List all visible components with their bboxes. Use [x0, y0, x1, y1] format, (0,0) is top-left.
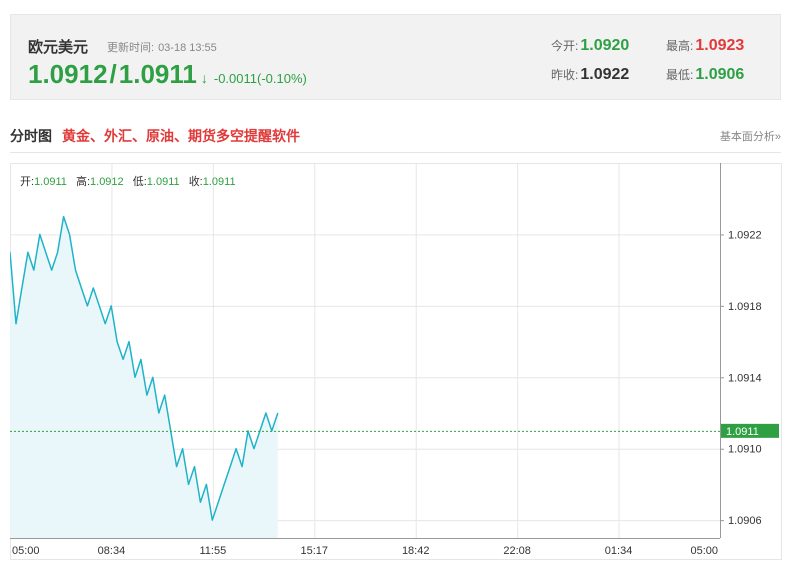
ohlc-open-value: 1.0911 [34, 176, 67, 188]
high-stat: 最高: 1.0923 [666, 37, 744, 55]
ohlc-open-label: 开: [20, 176, 35, 188]
ohlc-high-value: 1.0912 [90, 176, 124, 188]
prev-close-stat: 昨收: 1.0922 [551, 66, 629, 84]
promo-link[interactable]: 黄金、外汇、原油、期货多空提醒软件 [62, 126, 300, 146]
section-header: 分时图 黄金、外汇、原油、期货多空提醒软件 基本面分析» [10, 122, 781, 153]
intraday-chart[interactable]: 05:00 08:34 11:55 15:17 18:42 22:08 01:34 05:00… [10, 163, 782, 560]
high-value: 1.0923 [695, 37, 745, 54]
ohlc-close-label: 收: [188, 176, 203, 188]
x-tick-label: 11:55 [199, 545, 226, 557]
y-tick-label: 1.0918 [728, 301, 762, 313]
x-tick-label: 05:00 [12, 545, 40, 557]
open-value: 1.0920 [580, 37, 630, 54]
update-time: 更新时间: 03-18 13:55 [107, 39, 221, 55]
price-line: 1.0912/1.0911 ↓ -0.0011(-0.10%) [28, 59, 307, 89]
open-label: 今开: [551, 39, 579, 53]
chart-svg: 05:00 08:34 11:55 15:17 18:42 22:08 01:34 05:00… [10, 163, 782, 560]
current-price-label: 1.0911 [726, 426, 759, 438]
ask-price: 1.0911 [118, 59, 197, 89]
x-tick-label: 01:34 [605, 545, 633, 557]
low-label: 最低: [666, 68, 694, 82]
bid-price: 1.0912 [28, 59, 108, 89]
x-tick-label: 15:17 [301, 545, 329, 557]
high-label: 最高: [666, 39, 694, 53]
x-tick-label: 08:34 [98, 545, 126, 557]
ohlc-low-value: 1.0911 [146, 176, 180, 188]
currency-pair-name: 欧元美元 [28, 39, 89, 56]
x-tick-label: 05:00 [690, 545, 718, 557]
y-tick-label: 1.0922 [728, 229, 762, 241]
y-tick-label: 1.0914 [728, 372, 762, 384]
section-title: 分时图 [10, 128, 52, 144]
ohlc-high-label: 高: [75, 176, 91, 188]
y-tick-label: 1.0910 [728, 444, 762, 456]
quote-panel: 欧元美元 更新时间: 03-18 13:55 1.0912/1.0911 ↓ -0.0… [10, 14, 781, 100]
low-value: 1.0906 [695, 66, 745, 83]
low-stat: 最低: 1.0906 [666, 66, 744, 84]
x-tick-label: 18:42 [402, 545, 430, 557]
update-time-label: 更新时间: [107, 42, 155, 54]
x-tick-label: 22:08 [503, 545, 531, 557]
price-change: -0.0011(-0.10%) [213, 71, 307, 86]
update-time-value: 03-18 13:55 [158, 42, 217, 54]
price-separator: / [109, 59, 117, 89]
ohlc-readout: 开:1.0911 高:1.0912 低:1.0911 收:1.0911 [20, 173, 236, 189]
fundamental-analysis-link[interactable]: 基本面分析» [720, 128, 781, 144]
prev-close-label: 昨收: [551, 68, 579, 82]
open-stat: 今开: 1.0920 [551, 37, 629, 55]
y-tick-label: 1.0906 [728, 515, 762, 527]
prev-close-value: 1.0922 [580, 66, 630, 83]
arrow-down-icon: ↓ [200, 70, 208, 86]
ohlc-close-value: 1.0911 [202, 176, 236, 188]
ohlc-low-label: 低: [132, 176, 147, 188]
